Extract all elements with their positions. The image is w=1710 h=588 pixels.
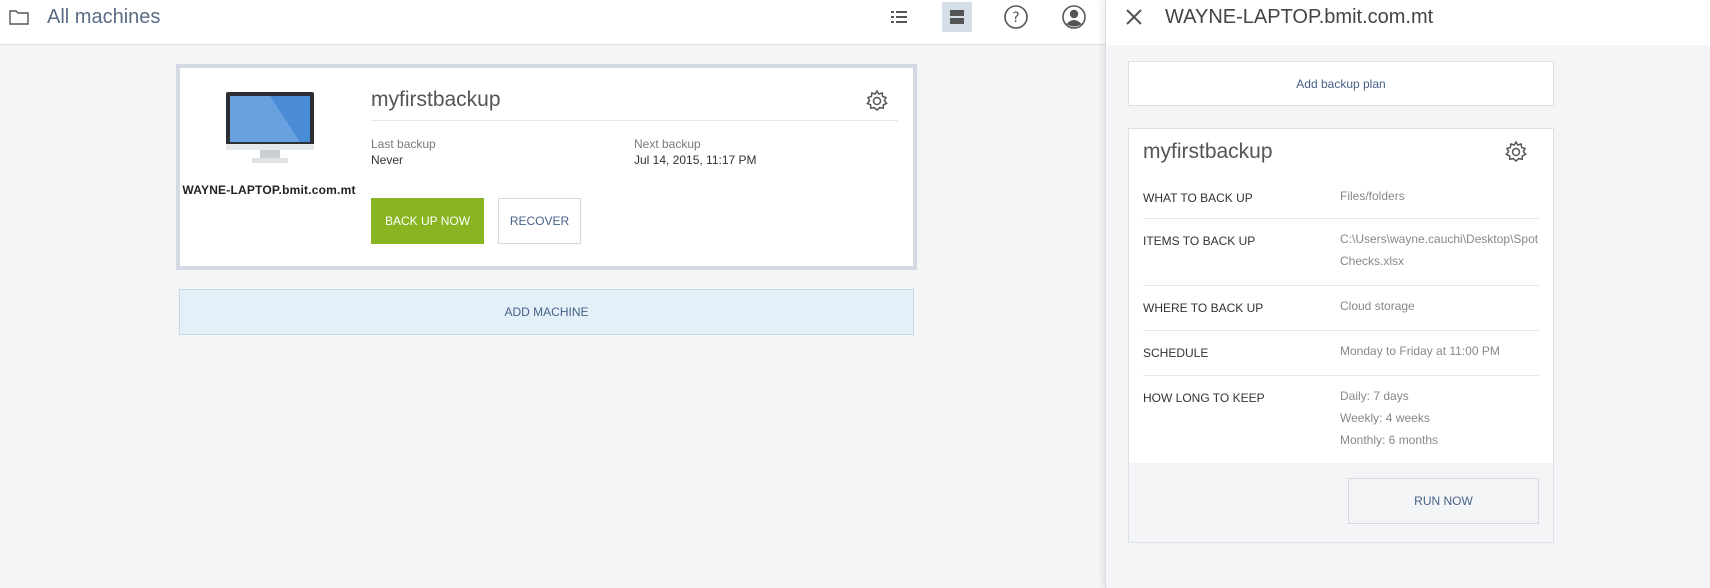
retention-daily: Daily: 7 days (1340, 389, 1409, 403)
retention-monthly: Monthly: 6 months (1340, 433, 1439, 447)
row-key: HOW LONG TO KEEP (1143, 391, 1265, 405)
retention-weekly: Weekly: 4 weeks (1340, 411, 1430, 425)
close-icon[interactable] (1124, 7, 1144, 27)
account-button[interactable] (1058, 2, 1090, 32)
folder-icon (9, 10, 29, 25)
plan-row-retention: HOW LONG TO KEEP Daily: 7 days Weekly: 4… (1143, 375, 1539, 463)
add-backup-plan-button[interactable]: Add backup plan (1128, 61, 1554, 106)
user-icon (1062, 5, 1086, 29)
plan-row-where: WHERE TO BACK UP Cloud storage (1143, 285, 1539, 330)
plan-title: myfirstbackup (1143, 140, 1273, 163)
svg-text:?: ? (1012, 10, 1019, 26)
tile-view-icon (950, 10, 964, 24)
backup-plan-box: myfirstbackup WHAT TO BACK UP Files/fold… (1128, 128, 1554, 464)
plan-row-items: ITEMS TO BACK UP C:\Users\wayne.cauchi\D… (1143, 218, 1539, 285)
row-value: Files/folders (1340, 189, 1405, 203)
next-backup-label: Next backup (634, 137, 701, 151)
tile-view-button[interactable] (942, 2, 972, 32)
computer-icon (226, 92, 314, 163)
machine-card[interactable]: WAYNE-LAPTOP.bmit.com.mt myfirstbackup L… (176, 64, 917, 270)
add-machine-button[interactable]: ADD MACHINE (179, 289, 914, 335)
help-icon: ? (1004, 5, 1028, 29)
last-backup-value: Never (371, 153, 404, 167)
gear-icon[interactable] (864, 88, 890, 114)
list-view-button[interactable] (884, 2, 914, 32)
top-bar: All machines ? (0, 0, 1105, 45)
page-title: All machines (47, 6, 161, 28)
gear-icon[interactable] (1503, 139, 1529, 165)
machines-view: All machines ? WAYNE-LAPTOP.bmit.com.mt … (0, 0, 1105, 588)
machine-details-panel: WAYNE-LAPTOP.bmit.com.mt Add backup plan… (1105, 0, 1710, 588)
row-value-list: Daily: 7 days Weekly: 4 weeks Monthly: 6… (1340, 385, 1540, 451)
app-window: All machines ? WAYNE-LAPTOP.bmit.com.mt … (0, 0, 1710, 588)
plan-name: myfirstbackup (371, 88, 501, 111)
run-now-button[interactable]: RUN NOW (1348, 478, 1539, 524)
help-button[interactable]: ? (1000, 2, 1032, 32)
row-key: WHAT TO BACK UP (1143, 191, 1253, 205)
next-backup-value: Jul 14, 2015, 11:17 PM (634, 153, 757, 167)
panel-header: WAYNE-LAPTOP.bmit.com.mt (1106, 0, 1710, 45)
machine-name: WAYNE-LAPTOP.bmit.com.mt (182, 183, 356, 197)
recover-button[interactable]: RECOVER (498, 198, 581, 244)
row-value: C:\Users\wayne.cauchi\Desktop\Spot Check… (1340, 232, 1539, 268)
row-key: ITEMS TO BACK UP (1143, 234, 1256, 248)
row-value: Cloud storage (1340, 299, 1415, 313)
last-backup-label: Last backup (371, 137, 436, 151)
plan-row-schedule: SCHEDULE Monday to Friday at 11:00 PM (1143, 330, 1539, 375)
back-up-now-button[interactable]: BACK UP NOW (371, 198, 484, 244)
card-divider (371, 120, 898, 121)
row-value: Monday to Friday at 11:00 PM (1340, 344, 1500, 358)
plan-row-what: WHAT TO BACK UP Files/folders (1143, 177, 1539, 218)
row-key: WHERE TO BACK UP (1143, 301, 1264, 315)
row-key: SCHEDULE (1143, 346, 1209, 360)
list-view-icon (891, 11, 907, 23)
panel-footer: RUN NOW (1128, 463, 1554, 543)
panel-title: WAYNE-LAPTOP.bmit.com.mt (1165, 6, 1434, 28)
